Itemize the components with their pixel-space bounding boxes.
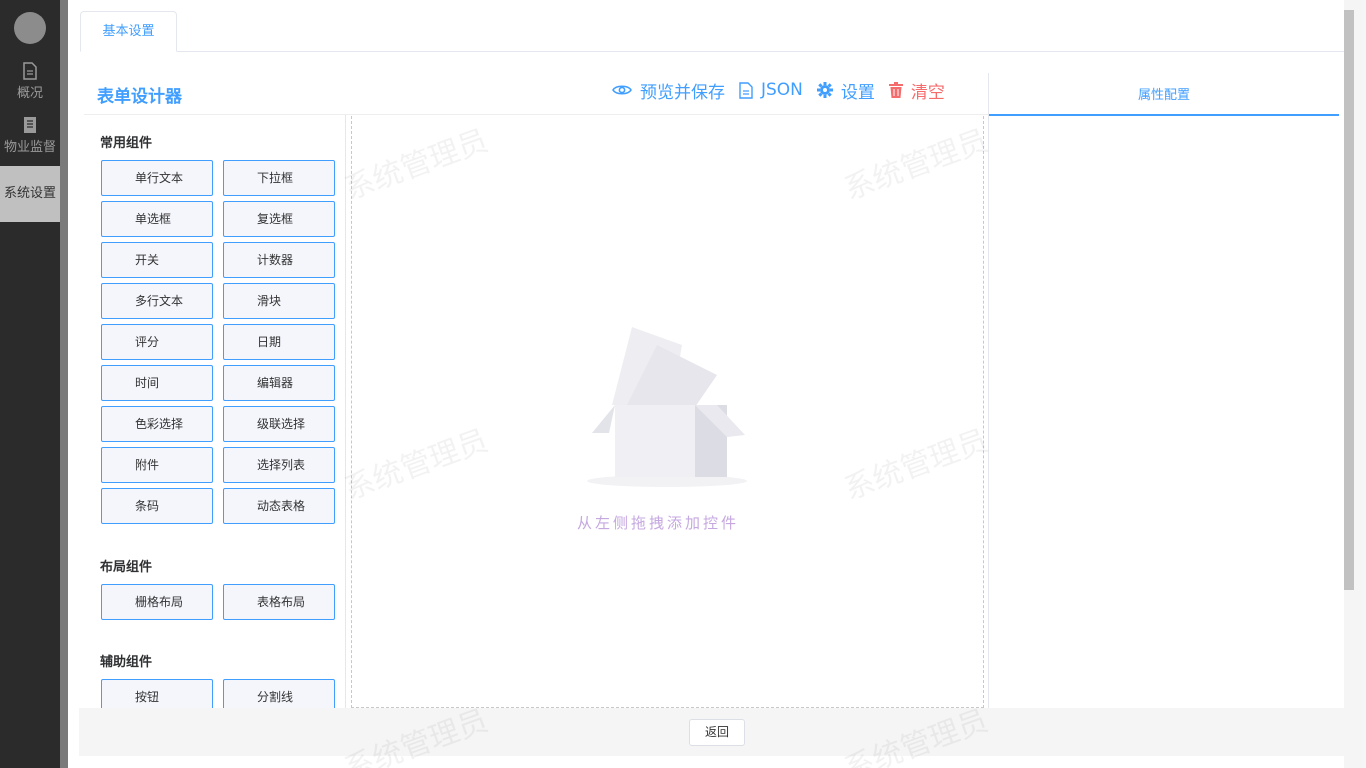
settings-button[interactable]: 设置 [816,78,875,103]
eye-icon [612,85,632,95]
sidebar-item-system-settings[interactable]: 系统设置 [0,166,60,222]
trash-icon [888,82,903,98]
json-button[interactable]: JSON [739,80,803,100]
tab-basic-settings[interactable]: 基本设置 [80,11,177,52]
group-title-common: 常用组件 [100,136,153,151]
sidebar-item-label: 系统设置 [3,186,56,201]
component-dropdown[interactable]: 下拉框 [223,160,335,196]
component-rating[interactable]: 评分 [101,324,213,360]
sidebar-item-label: 物业监督 [3,140,56,155]
component-cascader[interactable]: 级联选择 [223,406,335,442]
component-dynamic-table[interactable]: 动态表格 [223,488,335,524]
tab-properties[interactable]: 属性配置 [989,73,1339,116]
file-icon [739,81,753,99]
properties-panel: 属性配置 [988,73,1339,708]
component-slider[interactable]: 滑块 [223,283,335,319]
component-switch[interactable]: 开关 [101,242,213,278]
gear-icon [816,82,833,98]
sidebar-item-label: 概况 [16,86,43,101]
component-panel: 常用组件 单行文本 下拉框 单选框 复选框 开关 计数器 多行文本 滑块 评分 … [84,115,346,708]
component-table-layout[interactable]: 表格布局 [223,584,335,620]
component-date[interactable]: 日期 [223,324,335,360]
component-divider[interactable]: 分割线 [223,679,335,708]
group-title-layout: 布局组件 [100,560,153,575]
sidebar-item-overview[interactable]: 概况 [0,62,60,104]
component-counter[interactable]: 计数器 [223,242,335,278]
preview-save-label: 预览并保存 [640,82,725,103]
component-attachment[interactable]: 附件 [101,447,213,483]
tab-bar: 基本设置 [80,0,1344,52]
clear-label: 清空 [910,82,945,103]
sidebar-divider [60,0,68,768]
avatar[interactable] [14,12,46,44]
empty-box-icon [587,327,747,487]
sidebar: 概况 物业监督 系统设置 [0,0,60,768]
component-radio[interactable]: 单选框 [101,201,213,237]
component-time[interactable]: 时间 [101,365,213,401]
component-grid-layout[interactable]: 栅格布局 [101,584,213,620]
footer-bar: 返回 [79,708,1344,756]
clear-button[interactable]: 清空 [888,78,945,103]
sidebar-item-property-supervision[interactable]: 物业监督 [0,116,60,158]
component-color-picker[interactable]: 色彩选择 [101,406,213,442]
component-button[interactable]: 按钮 [101,679,213,708]
component-select-list[interactable]: 选择列表 [223,447,335,483]
component-checkbox[interactable]: 复选框 [223,201,335,237]
group-title-auxiliary: 辅助组件 [100,655,153,670]
book-icon [24,117,36,133]
document-icon [23,62,37,80]
preview-save-button[interactable]: 预览并保存 [612,78,725,103]
back-button[interactable]: 返回 [689,719,745,746]
component-single-line-text[interactable]: 单行文本 [101,160,213,196]
component-editor[interactable]: 编辑器 [223,365,335,401]
component-textarea[interactable]: 多行文本 [101,283,213,319]
component-barcode[interactable]: 条码 [101,488,213,524]
json-label: JSON [761,80,803,100]
vertical-scrollbar[interactable] [1344,10,1354,590]
page-title: 表单设计器 [97,87,182,107]
settings-label: 设置 [840,82,875,103]
designer-toolbar: 预览并保存 JSON 设置 清空 [612,78,945,103]
canvas-empty-hint: 从左侧拖拽添加控件 [577,514,740,532]
